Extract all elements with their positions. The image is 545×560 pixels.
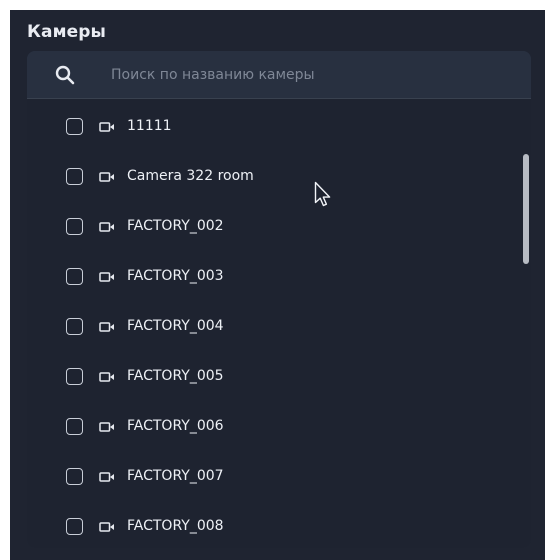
- camera-icon: [99, 422, 114, 432]
- camera-label: FACTORY_007: [127, 468, 224, 484]
- camera-label: FACTORY_004: [127, 318, 224, 334]
- camera-checkbox[interactable]: [66, 418, 83, 435]
- camera-checkbox[interactable]: [66, 468, 83, 485]
- camera-list-item[interactable]: 11111: [27, 102, 531, 152]
- camera-checkbox[interactable]: [66, 218, 83, 235]
- camera-label: Camera 322 room: [127, 168, 254, 184]
- camera-list-item[interactable]: FACTORY_004: [27, 302, 531, 352]
- camera-list: 11111 Camera 322 room FACTORY_002 FACTORY_0…: [27, 99, 531, 548]
- camera-checkbox[interactable]: [66, 168, 83, 185]
- camera-icon: [99, 222, 114, 232]
- camera-icon: [99, 272, 114, 282]
- camera-list-item[interactable]: Camera 322 room: [27, 152, 531, 202]
- cameras-panel: Камеры 11111 Camera 322 room FACTORY_002 FA…: [10, 10, 545, 560]
- camera-icon: [99, 372, 114, 382]
- camera-icon: [99, 472, 114, 482]
- panel-title: Камеры: [27, 22, 106, 42]
- camera-label: FACTORY_008: [127, 518, 224, 534]
- camera-icon: [99, 522, 114, 532]
- camera-checkbox[interactable]: [66, 368, 83, 385]
- search-icon[interactable]: [55, 65, 75, 85]
- camera-icon: [99, 172, 114, 182]
- search-bar: [27, 51, 531, 99]
- camera-icon: [99, 322, 114, 332]
- camera-label: FACTORY_006: [127, 418, 224, 434]
- camera-list-item[interactable]: FACTORY_003: [27, 252, 531, 302]
- camera-label: FACTORY_003: [127, 268, 224, 284]
- camera-list-item[interactable]: FACTORY_007: [27, 452, 531, 502]
- camera-label: FACTORY_005: [127, 368, 224, 384]
- camera-selector: 11111 Camera 322 room FACTORY_002 FACTORY_0…: [27, 51, 531, 548]
- camera-checkbox[interactable]: [66, 268, 83, 285]
- camera-list-item[interactable]: FACTORY_006: [27, 402, 531, 452]
- camera-list-item[interactable]: FACTORY_002: [27, 202, 531, 252]
- search-input[interactable]: [111, 63, 511, 87]
- camera-checkbox[interactable]: [66, 118, 83, 135]
- camera-checkbox[interactable]: [66, 318, 83, 335]
- camera-checkbox[interactable]: [66, 518, 83, 535]
- camera-list-item[interactable]: FACTORY_008: [27, 502, 531, 548]
- camera-list-item[interactable]: FACTORY_005: [27, 352, 531, 402]
- camera-label: 11111: [127, 118, 172, 134]
- camera-icon: [99, 122, 114, 132]
- camera-label: FACTORY_002: [127, 218, 224, 234]
